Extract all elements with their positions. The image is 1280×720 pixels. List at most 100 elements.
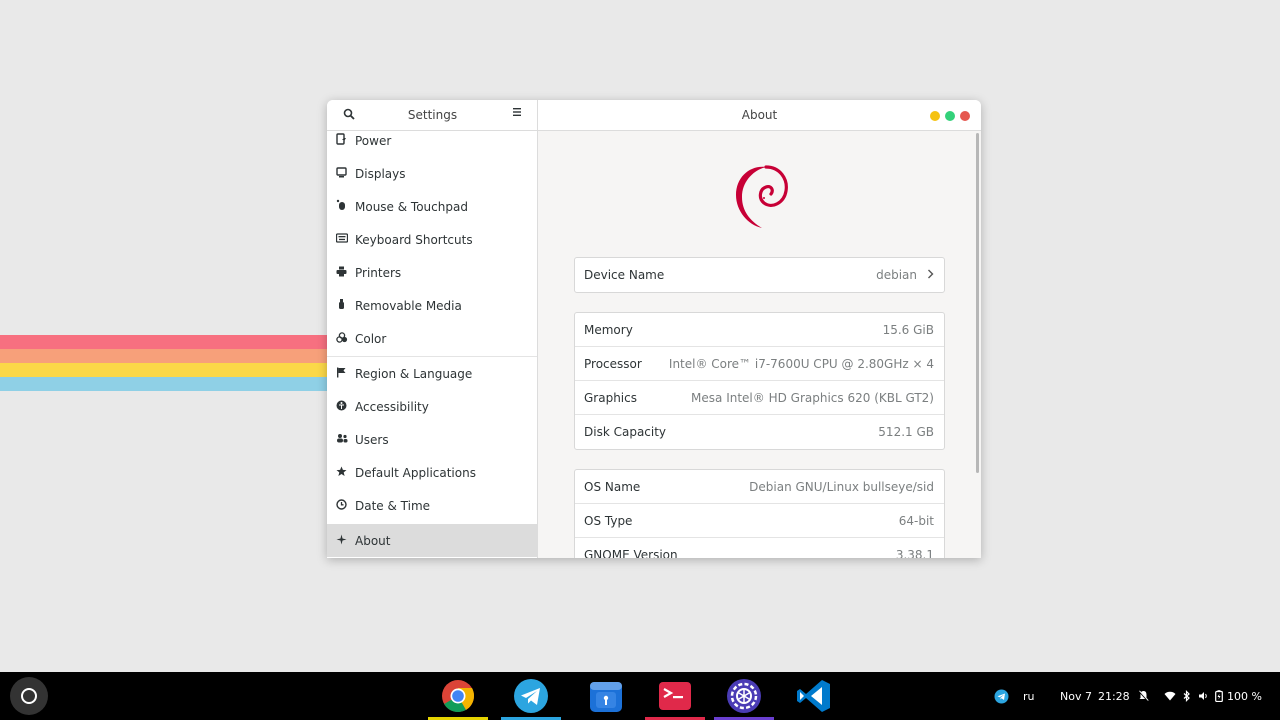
os-type-row: OS Type 64-bit: [575, 504, 944, 538]
notifications-toggle[interactable]: [1138, 672, 1149, 720]
clock-date: Nov 7: [1060, 689, 1092, 703]
clock-time: 21:28: [1097, 689, 1130, 703]
sidebar-item-power[interactable]: Power: [327, 131, 537, 157]
wallpaper-stripes: [0, 335, 330, 391]
settings-window: Settings About Power Displays Mouse & To…: [327, 100, 981, 558]
printer-icon: [327, 266, 355, 280]
clock[interactable]: Nov 7 21:28: [1060, 672, 1130, 720]
power-icon: [327, 133, 355, 148]
clock-icon: [327, 498, 355, 513]
settings-app[interactable]: [714, 676, 774, 720]
files-icon: [590, 682, 622, 712]
disk-capacity-row: Disk Capacity 512.1 GB: [575, 415, 944, 449]
sidebar-item-label: Keyboard Shortcuts: [355, 232, 473, 247]
memory-value: 15.6 GiB: [882, 322, 934, 337]
chevron-right-icon: [927, 268, 934, 282]
sidebar-item-users[interactable]: Users: [327, 423, 537, 456]
sidebar-title: Settings: [407, 108, 458, 122]
os-type-value: 64-bit: [898, 513, 934, 528]
bluetooth-icon: [1183, 690, 1190, 702]
minimize-button[interactable]: [930, 111, 940, 121]
gnome-version-row: GNOME Version 3.38.1: [575, 538, 944, 558]
os-card: OS Name Debian GNU/Linux bullseye/sid OS…: [574, 469, 945, 558]
stripe-blue: [0, 377, 330, 391]
chrome-icon: [442, 680, 475, 713]
hamburger-icon: [513, 108, 521, 116]
sidebar-item-label: Default Applications: [355, 465, 476, 480]
users-icon: [327, 433, 355, 446]
usb-icon: [327, 298, 355, 313]
color-icon: [327, 331, 355, 346]
sidebar-item-label: Users: [355, 432, 389, 447]
sidebar-item-label: Displays: [355, 166, 406, 181]
sidebar-item-label: About: [355, 533, 391, 548]
titlebar: Settings About: [327, 100, 981, 131]
close-button[interactable]: [960, 111, 970, 121]
telegram-tray-icon: [994, 689, 1009, 703]
device-card: Device Name debian: [574, 257, 945, 293]
system-status[interactable]: 100 %: [1164, 672, 1262, 720]
vscode-icon: [797, 680, 830, 712]
sidebar-item-date-time[interactable]: Date & Time: [327, 489, 537, 522]
stripe-orange: [0, 349, 330, 363]
sidebar-item-keyboard[interactable]: Keyboard Shortcuts: [327, 223, 537, 256]
sidebar-item-color[interactable]: Color: [327, 322, 537, 355]
keyboard-layout[interactable]: ru: [1023, 672, 1035, 720]
gnome-version-label: GNOME Version: [584, 548, 678, 558]
terminal-app[interactable]: [645, 676, 705, 720]
files-app[interactable]: [586, 676, 626, 716]
telegram-app[interactable]: [501, 676, 561, 720]
about-panel: Device Name debian Memory 15.6 GiB Proce…: [538, 131, 981, 558]
battery-icon: [1215, 690, 1223, 702]
sidebar-item-accessibility[interactable]: Accessibility: [327, 390, 537, 423]
terminal-icon: [659, 682, 691, 710]
sidebar-item-mouse[interactable]: Mouse & Touchpad: [327, 190, 537, 223]
bell-muted-icon: [1138, 690, 1149, 702]
keyboard-icon: [327, 233, 355, 246]
device-name-value: debian: [876, 268, 917, 282]
sidebar-item-printers[interactable]: Printers: [327, 256, 537, 289]
gnome-version-value: 3.38.1: [895, 548, 934, 558]
mouse-icon: [327, 199, 355, 214]
telegram-tray[interactable]: [994, 672, 1009, 720]
sidebar-item-displays[interactable]: Displays: [327, 157, 537, 190]
sidebar: Power Displays Mouse & Touchpad Keyboard…: [327, 131, 538, 558]
os-name-value: Debian GNU/Linux bullseye/sid: [749, 479, 934, 494]
vscode-app[interactable]: [794, 676, 834, 716]
graphics-row: Graphics Mesa Intel® HD Graphics 620 (KB…: [575, 381, 944, 415]
device-name-row[interactable]: Device Name debian: [575, 258, 944, 292]
sidebar-item-label: Color: [355, 331, 387, 346]
telegram-icon: [514, 679, 548, 713]
processor-label: Processor: [584, 356, 642, 371]
accessibility-icon: [327, 400, 355, 414]
sparkle-icon: [327, 534, 355, 548]
scrollbar[interactable]: [976, 133, 979, 473]
sidebar-item-label: Removable Media: [355, 298, 462, 313]
sidebar-item-about[interactable]: About: [327, 524, 537, 557]
menu-button[interactable]: [509, 106, 525, 122]
maximize-button[interactable]: [945, 111, 955, 121]
sidebar-item-default-apps[interactable]: Default Applications: [327, 456, 537, 489]
sidebar-item-label: Accessibility: [355, 399, 429, 414]
stripe-yellow: [0, 363, 330, 377]
sidebar-item-label: Region & Language: [355, 366, 473, 381]
stripe-red: [0, 335, 330, 349]
debian-logo: [736, 165, 788, 228]
sidebar-item-label: Mouse & Touchpad: [355, 199, 468, 214]
sidebar-item-label: Date & Time: [355, 498, 431, 513]
battery-percentage: 100 %: [1227, 689, 1262, 703]
disk-capacity-label: Disk Capacity: [584, 425, 667, 439]
page-title: About: [741, 108, 778, 122]
memory-label: Memory: [584, 322, 633, 337]
os-name-row: OS Name Debian GNU/Linux bullseye/sid: [575, 470, 944, 504]
display-icon: [327, 166, 355, 181]
settings-app-icon: [727, 679, 761, 713]
app-launcher-button[interactable]: [10, 677, 48, 715]
launcher-icon: [21, 688, 37, 704]
hardware-card: Memory 15.6 GiB Processor Intel® Core™ i…: [574, 312, 945, 450]
memory-row: Memory 15.6 GiB: [575, 313, 944, 347]
volume-icon: [1199, 692, 1207, 700]
sidebar-item-region[interactable]: Region & Language: [327, 357, 537, 390]
sidebar-item-removable-media[interactable]: Removable Media: [327, 289, 537, 322]
chrome-app[interactable]: [428, 676, 488, 720]
